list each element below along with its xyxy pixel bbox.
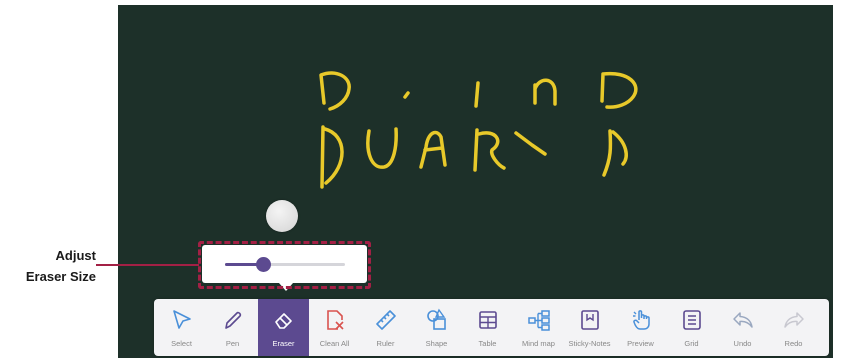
tool-pen[interactable]: Pen — [207, 299, 258, 356]
tool-grid[interactable]: Grid — [666, 299, 717, 356]
sticky-notes-icon — [580, 310, 599, 330]
toolbar: Select Pen Eraser Clean All Ruler Shape … — [154, 299, 829, 356]
tool-mind-map[interactable]: Mind map — [513, 299, 564, 356]
callout-label-line1: Adjust — [55, 248, 96, 263]
shape-icon — [426, 308, 446, 330]
tool-undo[interactable]: Undo — [717, 299, 768, 356]
select-arrow-icon — [172, 310, 191, 329]
eraser-icon — [274, 313, 292, 329]
tool-table[interactable]: Table — [462, 299, 513, 356]
tool-preview[interactable]: Preview — [615, 299, 666, 356]
callout-label-line2: Eraser Size — [25, 269, 96, 284]
grid-icon — [682, 310, 701, 330]
callout-highlight-box — [198, 241, 371, 289]
clean-all-icon — [326, 310, 344, 330]
tool-ruler[interactable]: Ruler — [360, 299, 411, 356]
undo-icon — [732, 312, 753, 328]
tool-eraser[interactable]: Eraser — [258, 299, 309, 356]
callout-label: Adjust Eraser Size — [0, 245, 96, 287]
callout-connector-line — [96, 264, 199, 266]
mind-map-icon — [527, 310, 550, 331]
pen-icon — [224, 311, 241, 329]
tool-sticky-notes[interactable]: Sticky-Notes — [564, 299, 615, 356]
tool-clean-all[interactable]: Clean All — [309, 299, 360, 356]
ruler-icon — [375, 310, 396, 330]
tool-shape[interactable]: Shape — [411, 299, 462, 356]
preview-hand-icon — [632, 310, 650, 330]
redo-icon — [783, 312, 804, 328]
eraser-size-preview — [266, 200, 298, 232]
table-icon — [478, 311, 497, 329]
tool-select[interactable]: Select — [156, 299, 207, 356]
tool-redo[interactable]: Redo — [768, 299, 819, 356]
